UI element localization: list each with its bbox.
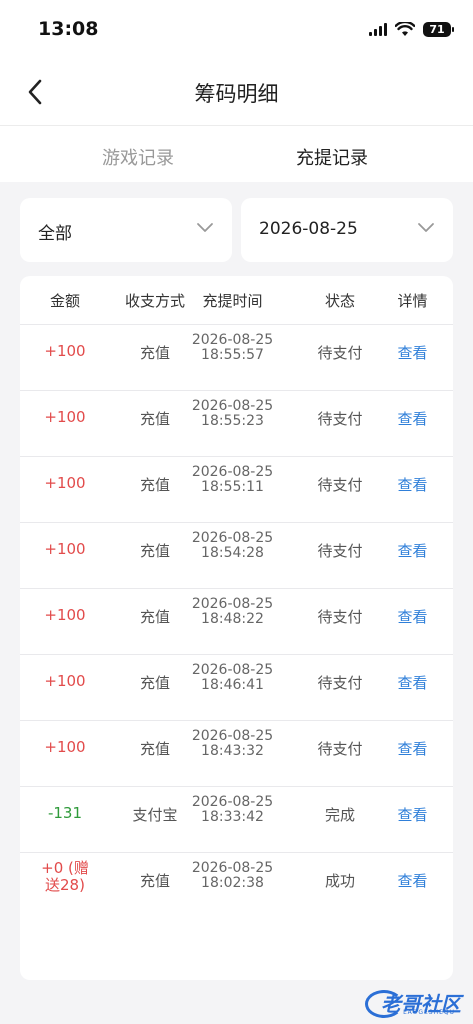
table-row: +100 充值 2026-08-25 18:48:22 待支付 查看 <box>20 588 453 654</box>
row-time: 2026-08-25 18:55:11 <box>170 465 295 495</box>
tab-game-records[interactable]: 游戏记录 <box>102 144 174 170</box>
row-status: 待支付 <box>317 476 363 494</box>
row-date: 2026-08-25 <box>191 398 274 414</box>
row-amount: +100 <box>44 738 86 756</box>
table-row: -131 支付宝 2026-08-25 18:33:42 完成 查看 <box>20 786 453 852</box>
table-row: +100 充值 2026-08-25 18:55:23 待支付 查看 <box>20 390 453 456</box>
column-header-time: 充提时间 <box>202 292 263 310</box>
row-date: 2026-08-25 <box>191 794 274 810</box>
row-clock: 18:02:38 <box>201 875 264 891</box>
table-row: +100 充值 2026-08-25 18:54:28 待支付 查看 <box>20 522 453 588</box>
view-detail-link[interactable]: 查看 <box>385 672 440 693</box>
row-time: 2026-08-25 18:33:42 <box>170 795 295 825</box>
status-icons: 71 <box>369 20 454 38</box>
row-amount: +100 <box>44 474 86 492</box>
table-row: +100 充值 2026-08-25 18:46:41 待支付 查看 <box>20 654 453 720</box>
row-time: 2026-08-25 18:43:32 <box>170 729 295 759</box>
row-clock: 18:33:42 <box>201 809 264 825</box>
row-time: 2026-08-25 18:55:57 <box>170 333 295 363</box>
row-time: 2026-08-25 18:02:38 <box>170 861 295 891</box>
row-clock: 18:55:11 <box>201 479 264 495</box>
row-date: 2026-08-25 <box>191 860 274 876</box>
type-filter-dropdown[interactable]: 全部 <box>20 198 232 262</box>
row-amount: +100 <box>44 672 86 690</box>
row-date: 2026-08-25 <box>191 464 274 480</box>
row-date: 2026-08-25 <box>191 728 274 744</box>
record-tabs: 游戏记录 充提记录 <box>0 126 473 182</box>
tab-recharge-records[interactable]: 充提记录 <box>296 144 368 170</box>
row-date: 2026-08-25 <box>191 662 274 678</box>
signal-icon <box>369 22 387 36</box>
view-detail-link[interactable]: 查看 <box>385 474 440 495</box>
status-bar: 13:08 71 <box>0 0 473 60</box>
wifi-icon <box>395 21 415 36</box>
row-date: 2026-08-25 <box>191 332 274 348</box>
row-clock: 18:46:41 <box>201 677 264 693</box>
chevron-down-icon <box>197 223 213 232</box>
row-clock: 18:43:32 <box>201 743 264 759</box>
row-status: 待支付 <box>317 410 363 428</box>
type-filter-value: 全部 <box>38 224 72 244</box>
column-header-amount: 金额 <box>49 292 80 310</box>
row-status: 待支付 <box>317 608 363 626</box>
view-detail-link[interactable]: 查看 <box>385 540 440 561</box>
chevron-down-icon <box>418 223 434 232</box>
view-detail-link[interactable]: 查看 <box>385 606 440 627</box>
row-clock: 18:48:22 <box>201 611 264 627</box>
table-body: +100 充值 2026-08-25 18:55:57 待支付 查看 +100 充值 2026-… <box>20 324 453 918</box>
watermark-sub: LAOGESHEQU <box>403 1009 455 1016</box>
row-amount: -131 <box>47 804 83 822</box>
row-status: 待支付 <box>317 542 363 560</box>
table-header: 金额 收支方式 充提时间 状态 详情 <box>20 276 453 324</box>
watermark-logo: 老哥社区 LAOGESHEQU <box>365 984 465 1018</box>
row-time: 2026-08-25 18:54:28 <box>170 531 295 561</box>
view-detail-link[interactable]: 查看 <box>385 408 440 429</box>
row-clock: 18:55:57 <box>201 347 264 363</box>
column-header-detail: 详情 <box>397 292 428 310</box>
table-row: +100 充值 2026-08-25 18:43:32 待支付 查看 <box>20 720 453 786</box>
battery-icon: 71 <box>423 21 454 37</box>
date-filter-value: 2026-08-25 <box>259 219 358 239</box>
row-clock: 18:54:28 <box>201 545 264 561</box>
row-status: 待支付 <box>317 344 363 362</box>
row-time: 2026-08-25 18:46:41 <box>170 663 295 693</box>
page-title: 筹码明细 <box>194 82 279 106</box>
row-time: 2026-08-25 18:48:22 <box>170 597 295 627</box>
row-status: 待支付 <box>317 674 363 692</box>
date-filter-dropdown[interactable]: 2026-08-25 <box>241 198 453 262</box>
row-amount: +100 <box>44 540 86 558</box>
view-detail-link[interactable]: 查看 <box>385 738 440 759</box>
row-status: 成功 <box>324 872 355 890</box>
row-status: 完成 <box>324 806 355 824</box>
table-row: +100 充值 2026-08-25 18:55:57 待支付 查看 <box>20 324 453 390</box>
table-row: +100 充值 2026-08-25 18:55:11 待支付 查看 <box>20 456 453 522</box>
column-header-status: 状态 <box>324 292 355 310</box>
table-row: +0 (赠送28) 充值 2026-08-25 18:02:38 成功 查看 <box>20 852 453 918</box>
nav-bar: 筹码明细 <box>0 60 473 126</box>
row-status: 待支付 <box>317 740 363 758</box>
status-time: 13:08 <box>38 18 99 40</box>
row-date: 2026-08-25 <box>191 530 274 546</box>
row-amount: +100 <box>44 408 86 426</box>
row-clock: 18:55:23 <box>201 413 264 429</box>
view-detail-link[interactable]: 查看 <box>385 870 440 891</box>
row-amount: +0 (赠送28) <box>41 859 89 894</box>
row-time: 2026-08-25 18:55:23 <box>170 399 295 429</box>
records-table: 金额 收支方式 充提时间 状态 详情 +100 充值 2026-08-25 18:55… <box>20 276 453 980</box>
row-date: 2026-08-25 <box>191 596 274 612</box>
view-detail-link[interactable]: 查看 <box>385 804 440 825</box>
view-detail-link[interactable]: 查看 <box>385 342 440 363</box>
row-amount: +100 <box>44 342 86 360</box>
row-amount: +100 <box>44 606 86 624</box>
